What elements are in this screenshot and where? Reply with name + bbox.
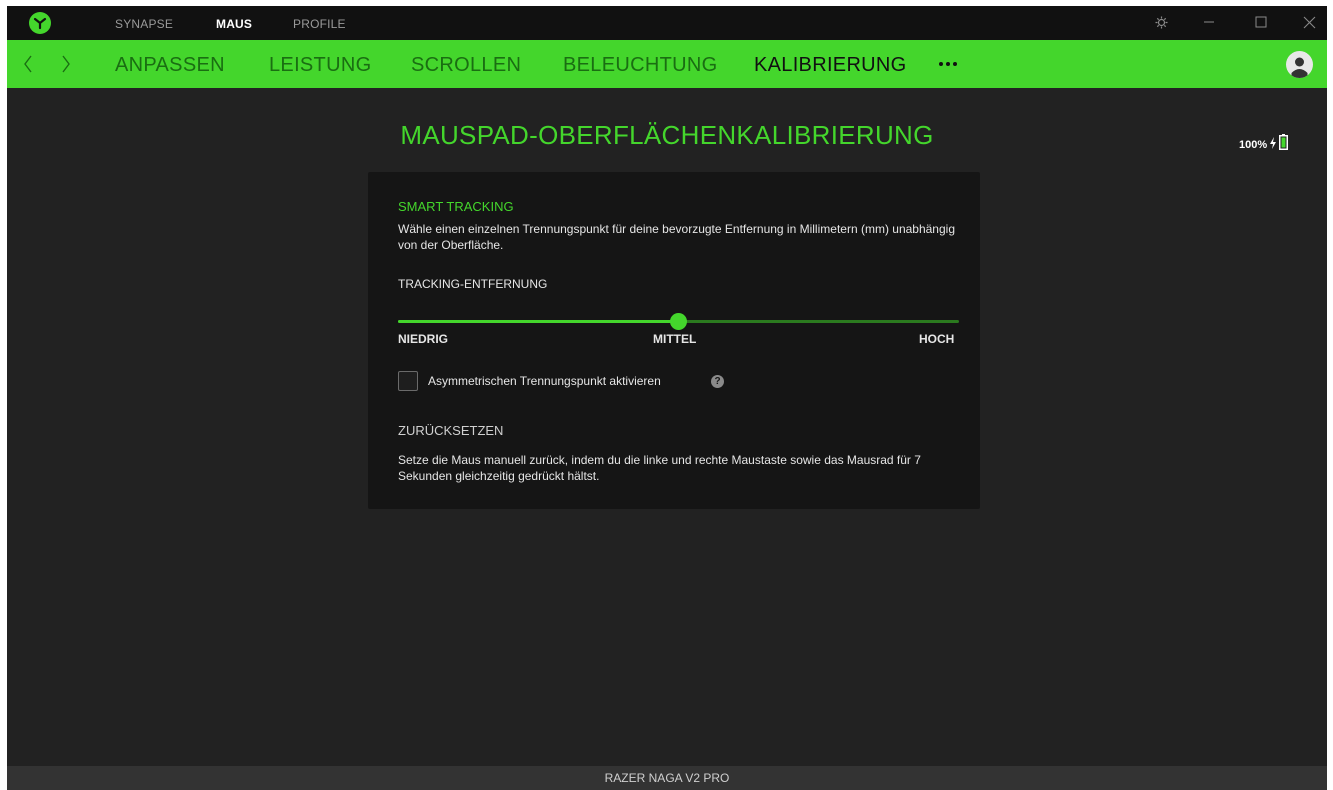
- tab-anpassen[interactable]: ANPASSEN: [115, 54, 225, 77]
- device-name: RAZER NAGA V2 PRO: [604, 771, 730, 785]
- maximize-icon[interactable]: [1253, 14, 1269, 30]
- settings-gear-icon[interactable]: [1153, 14, 1169, 30]
- tracking-distance-label: TRACKING-ENTFERNUNG: [398, 277, 548, 291]
- tab-synapse[interactable]: SYNAPSE: [115, 17, 173, 31]
- slider-fill: [398, 320, 679, 323]
- battery-indicator: 100%: [1239, 134, 1289, 155]
- reset-description: Setze die Maus manuell zurück, indem du …: [398, 453, 921, 483]
- reset-title: ZURÜCKSETZEN: [398, 423, 504, 438]
- tab-kalibrierung[interactable]: KALIBRIERUNG: [754, 54, 907, 77]
- battery-level: 100%: [1239, 138, 1268, 151]
- tab-beleuchtung[interactable]: BELEUCHTUNG: [563, 54, 717, 77]
- tab-scrollen[interactable]: SCROLLEN: [411, 54, 521, 77]
- smart-tracking-description: Wähle einen einzelnen Trennungspunkt für…: [398, 222, 955, 252]
- tab-leistung[interactable]: LEISTUNG: [269, 54, 371, 77]
- slider-thumb[interactable]: [670, 313, 687, 330]
- battery-icon: [1279, 134, 1289, 155]
- smart-tracking-title: SMART TRACKING: [398, 199, 514, 214]
- page-title: MAUSPAD-OBERFLÄCHENKALIBRIERUNG: [400, 120, 934, 150]
- help-icon[interactable]: ?: [711, 375, 724, 388]
- slider-label-low: NIEDRIG: [398, 332, 449, 346]
- synapse-window: SYNAPSE MAUS PROFILE ANPASSEN LEISTUNG S…: [7, 6, 1327, 790]
- tab-profile[interactable]: PROFILE: [293, 17, 346, 31]
- back-arrow-icon[interactable]: [21, 54, 35, 74]
- asymmetric-checkbox[interactable]: [398, 371, 418, 391]
- forward-arrow-icon[interactable]: [59, 54, 73, 74]
- more-tabs-icon[interactable]: [939, 62, 957, 66]
- device-status-bar: RAZER NAGA V2 PRO: [7, 766, 1327, 790]
- razer-logo-icon[interactable]: [29, 12, 51, 34]
- title-bar: SYNAPSE MAUS PROFILE: [7, 6, 1327, 40]
- slider-label-high: HOCH: [919, 332, 955, 346]
- asymmetric-label: Asymmetrischen Trennungspunkt aktivieren: [428, 374, 661, 388]
- minimize-icon[interactable]: [1201, 14, 1217, 30]
- close-icon[interactable]: [1301, 14, 1317, 30]
- charging-bolt-icon: [1269, 136, 1277, 154]
- slider-label-mid: MITTEL: [653, 332, 697, 346]
- section-nav: ANPASSEN LEISTUNG SCROLLEN BELEUCHTUNG K…: [7, 40, 1327, 88]
- calibration-panel: SMART TRACKING Wähle einen einzelnen Tre…: [368, 172, 980, 509]
- tracking-distance-slider[interactable]: [398, 313, 959, 330]
- tab-maus[interactable]: MAUS: [216, 17, 252, 31]
- user-avatar-icon[interactable]: [1286, 51, 1313, 78]
